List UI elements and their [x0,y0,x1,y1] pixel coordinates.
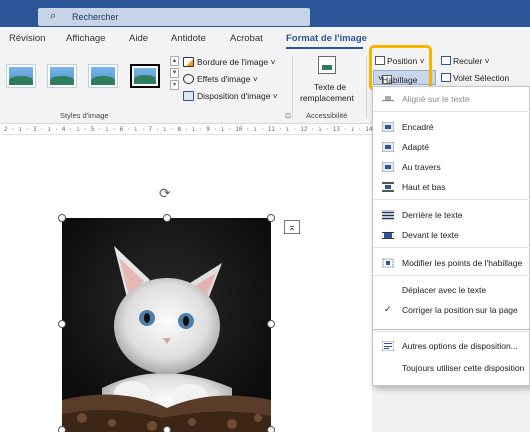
layout-options-icon [382,341,394,351]
resize-handle[interactable] [267,320,275,328]
menu-item-behind[interactable]: Derrière le texte [373,205,530,225]
send-backward-icon [441,56,451,65]
group-label-styles: Styles d'image [60,111,109,120]
picture-style-3[interactable] [88,64,118,88]
picture-style-2[interactable] [47,64,77,88]
picture-style-1[interactable] [6,64,36,88]
picture-layout-button[interactable]: Disposition d'image ˅ [183,91,278,101]
send-backward-button[interactable]: Reculer ˅ [441,56,490,66]
menu-item-inline[interactable]: Aligné sur le texte [373,89,530,109]
group-label-accessibility: Accessibilité [306,111,348,120]
behind-text-icon [382,210,394,220]
title-bar: ⌕ Rechercher [0,0,530,27]
in-front-text-icon [382,232,394,239]
search-icon: ⌕ [50,10,57,22]
through-wrap-icon [382,162,394,172]
kitten-illustration [62,218,271,432]
effects-icon [183,74,194,84]
ribbon-tabs: Révision Affichage Aide Antidote Acrobat… [0,27,530,50]
resize-handle[interactable] [267,214,275,222]
layout-icon [183,91,194,101]
active-tab-indicator [286,47,363,49]
picture-style-4[interactable] [130,64,160,88]
search-placeholder: Rechercher [72,12,119,22]
resize-handle[interactable] [58,320,66,328]
divider [366,56,367,118]
resize-handle[interactable] [58,214,66,222]
menu-item-top-bottom[interactable]: Haut et bas [373,177,530,197]
alt-text-icon[interactable] [318,56,336,74]
resize-handle[interactable] [267,426,275,432]
menu-item-move-with-text[interactable]: Déplacer avec le texte [373,280,530,300]
resize-handle[interactable] [58,426,66,432]
inline-wrap-icon [382,96,394,102]
tab-acrobat[interactable]: Acrobat [230,33,263,44]
menu-item-set-default[interactable]: Toujours utiliser cette disposition [373,358,530,378]
wrap-text-menu: Aligné sur le texte Encadré Adapté Au tr… [372,86,530,330]
resize-handle[interactable] [163,426,171,432]
tab-antidote[interactable]: Antidote [171,33,206,44]
menu-item-in-front[interactable]: Devant le texte [373,225,530,245]
wrap-text-menu-lower: Autres options de disposition... Toujour… [372,330,530,386]
alt-text-line2[interactable]: remplacement [300,93,354,103]
tight-wrap-icon [382,142,394,152]
top-bottom-wrap-icon [382,182,394,192]
tab-affichage[interactable]: Affichage [66,33,105,44]
menu-item-square[interactable]: Encadré [373,117,530,137]
menu-item-fix-position[interactable]: ✓ Corriger la position sur la page [373,300,530,320]
picture-effects-button[interactable]: Effets d'image ˅ [183,74,258,84]
menu-item-tight[interactable]: Adapté [373,137,530,157]
pencil-border-icon [183,57,194,67]
square-wrap-icon [382,122,394,132]
menu-item-through[interactable]: Au travers [373,157,530,177]
picture-border-button[interactable]: Bordure de l'image ˅ [183,57,275,67]
tab-aide[interactable]: Aide [129,33,148,44]
kitten-image[interactable] [62,218,271,432]
selection-pane-button[interactable]: Volet Sélection [441,73,509,83]
divider [292,56,293,118]
selection-pane-icon [441,73,451,82]
gallery-up-icon[interactable]: ▲ [170,56,179,66]
highlight-box [369,45,432,91]
dialog-launcher-icon[interactable]: ⊡ [285,112,291,120]
layout-options-icon[interactable]: ⌅ [284,220,300,234]
alt-text-line1[interactable]: Texte de [314,82,346,92]
checkmark-icon: ✓ [384,304,392,314]
tab-format-image[interactable]: Format de l'image [286,33,367,44]
gallery-more-icon[interactable]: ▾ [170,80,179,90]
gallery-down-icon[interactable]: ▼ [170,68,179,78]
rotate-handle-icon[interactable]: ⟳ [159,185,171,202]
search-box[interactable]: ⌕ Rechercher [38,8,310,26]
resize-handle[interactable] [163,214,171,222]
menu-item-more-layout[interactable]: Autres options de disposition... [373,336,530,356]
tab-revision[interactable]: Révision [9,33,45,44]
